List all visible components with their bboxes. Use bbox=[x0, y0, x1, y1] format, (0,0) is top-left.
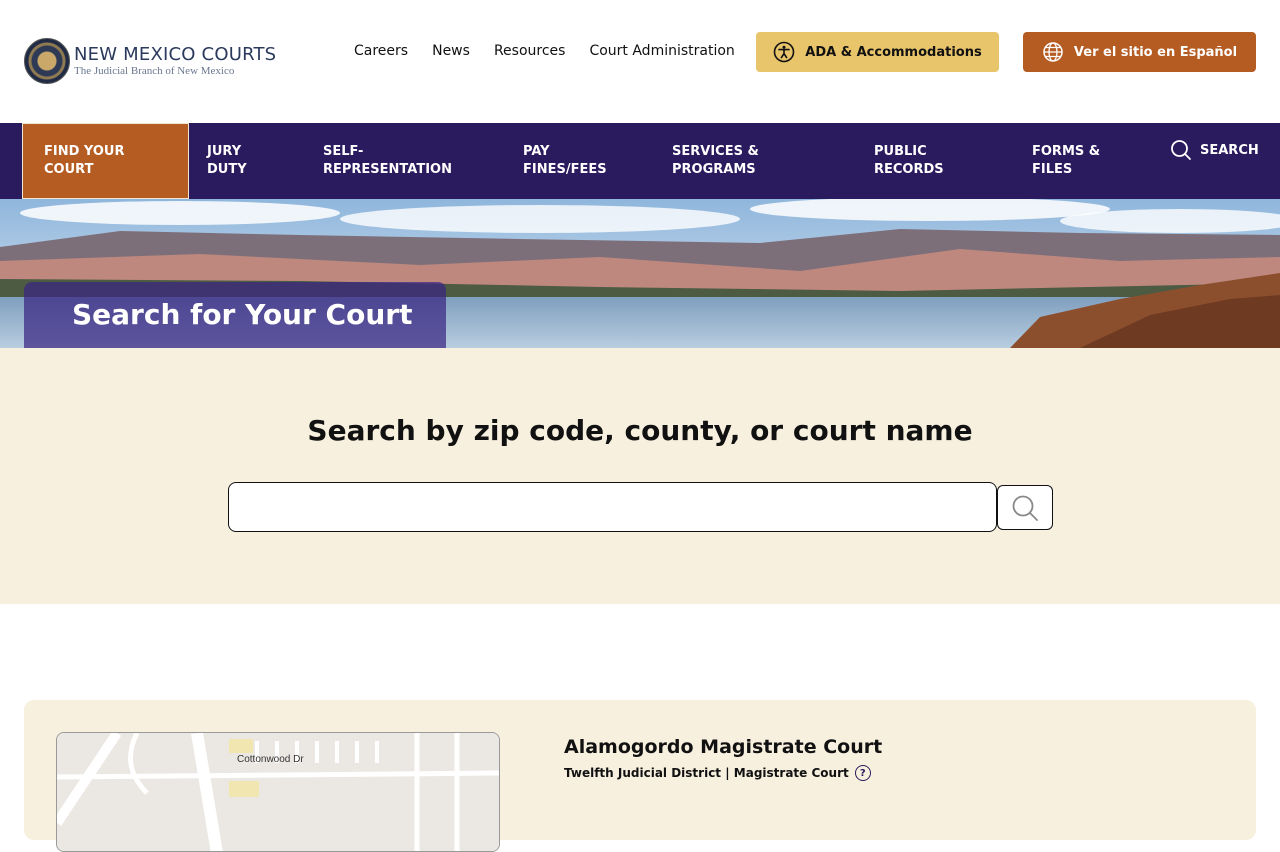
nav-search-label: SEARCH bbox=[1200, 142, 1259, 158]
court-seal-icon bbox=[24, 38, 70, 84]
search-heading: Search by zip code, county, or court nam… bbox=[307, 414, 973, 447]
ada-accommodations-button[interactable]: ADA & Accommodations bbox=[756, 32, 999, 72]
accessibility-icon bbox=[773, 41, 795, 63]
nav-search-button[interactable]: SEARCH bbox=[1170, 139, 1259, 161]
map-street-label: Cottonwood Dr bbox=[237, 754, 304, 765]
logo-text: NEW MEXICO COURTS The Judicial Branch of… bbox=[74, 43, 277, 77]
court-result-card: Cottonwood Dr Alamogordo Magistrate Cour… bbox=[24, 700, 1256, 852]
court-search-submit-button[interactable] bbox=[997, 485, 1053, 530]
court-district-info: Twelfth Judicial District | Magistrate C… bbox=[564, 765, 871, 781]
hero-title-box: Search for Your Court bbox=[24, 282, 446, 348]
spanish-site-button[interactable]: Ver el sitio en Español bbox=[1023, 32, 1256, 72]
nav-item-services-programs[interactable]: SERVICES & PROGRAMS bbox=[672, 123, 782, 199]
nav-label-services-programs: SERVICES & PROGRAMS bbox=[672, 144, 759, 177]
court-search-input[interactable] bbox=[228, 482, 997, 532]
search-icon bbox=[1171, 140, 1191, 160]
court-map[interactable]: Cottonwood Dr bbox=[56, 732, 500, 852]
utility-link-careers[interactable]: Careers bbox=[354, 43, 408, 59]
logo-subtitle: The Judicial Branch of New Mexico bbox=[74, 64, 235, 77]
utility-link-news[interactable]: News bbox=[432, 43, 470, 59]
top-header: NEW MEXICO COURTS The Judicial Branch of… bbox=[0, 0, 1280, 123]
logo-title: NEW MEXICO COURTS bbox=[74, 43, 277, 65]
nav-label-forms-files: FORMS & FILES bbox=[1032, 144, 1101, 177]
utility-link-resources[interactable]: Resources bbox=[494, 43, 566, 59]
court-name[interactable]: Alamogordo Magistrate Court bbox=[564, 736, 882, 758]
main-nav: FIND YOUR COURT JURY DUTY SELF-REPRESENT… bbox=[0, 123, 1280, 199]
court-district-label: Twelfth Judicial District | Magistrate C… bbox=[564, 766, 849, 780]
utility-link-court-administration[interactable]: Court Administration bbox=[589, 43, 734, 59]
nav-item-self-representation[interactable]: SELF-REPRESENTATION bbox=[323, 123, 463, 199]
globe-icon bbox=[1043, 42, 1063, 62]
ada-button-label: ADA & Accommodations bbox=[805, 44, 982, 60]
map-streets-image bbox=[57, 733, 499, 851]
spanish-button-label: Ver el sitio en Español bbox=[1073, 44, 1238, 60]
utility-nav: Careers News Resources Court Administrat… bbox=[354, 43, 735, 59]
nav-label-find-your-court: FIND YOUR COURT bbox=[44, 144, 125, 177]
nav-item-jury-duty[interactable]: JURY DUTY bbox=[207, 123, 262, 199]
search-icon bbox=[1012, 495, 1038, 521]
nav-item-pay-fines-fees[interactable]: PAY FINES/FEES bbox=[523, 123, 613, 199]
nav-item-forms-files[interactable]: FORMS & FILES bbox=[1032, 123, 1122, 199]
site-logo[interactable]: NEW MEXICO COURTS The Judicial Branch of… bbox=[24, 38, 276, 84]
nav-label-public-records: PUBLIC RECORDS bbox=[874, 144, 944, 177]
nav-item-public-records[interactable]: PUBLIC RECORDS bbox=[874, 123, 964, 199]
help-question-icon[interactable]: ? bbox=[854, 765, 871, 781]
nav-label-jury-duty: JURY DUTY bbox=[207, 144, 247, 177]
nav-label-self-representation: SELF-REPRESENTATION bbox=[323, 144, 452, 177]
page-title: Search for Your Court bbox=[72, 298, 413, 331]
court-search-section: Search by zip code, county, or court nam… bbox=[0, 348, 1280, 604]
nav-label-pay-fines-fees: PAY FINES/FEES bbox=[523, 144, 607, 177]
nav-item-find-your-court[interactable]: FIND YOUR COURT bbox=[22, 123, 189, 199]
